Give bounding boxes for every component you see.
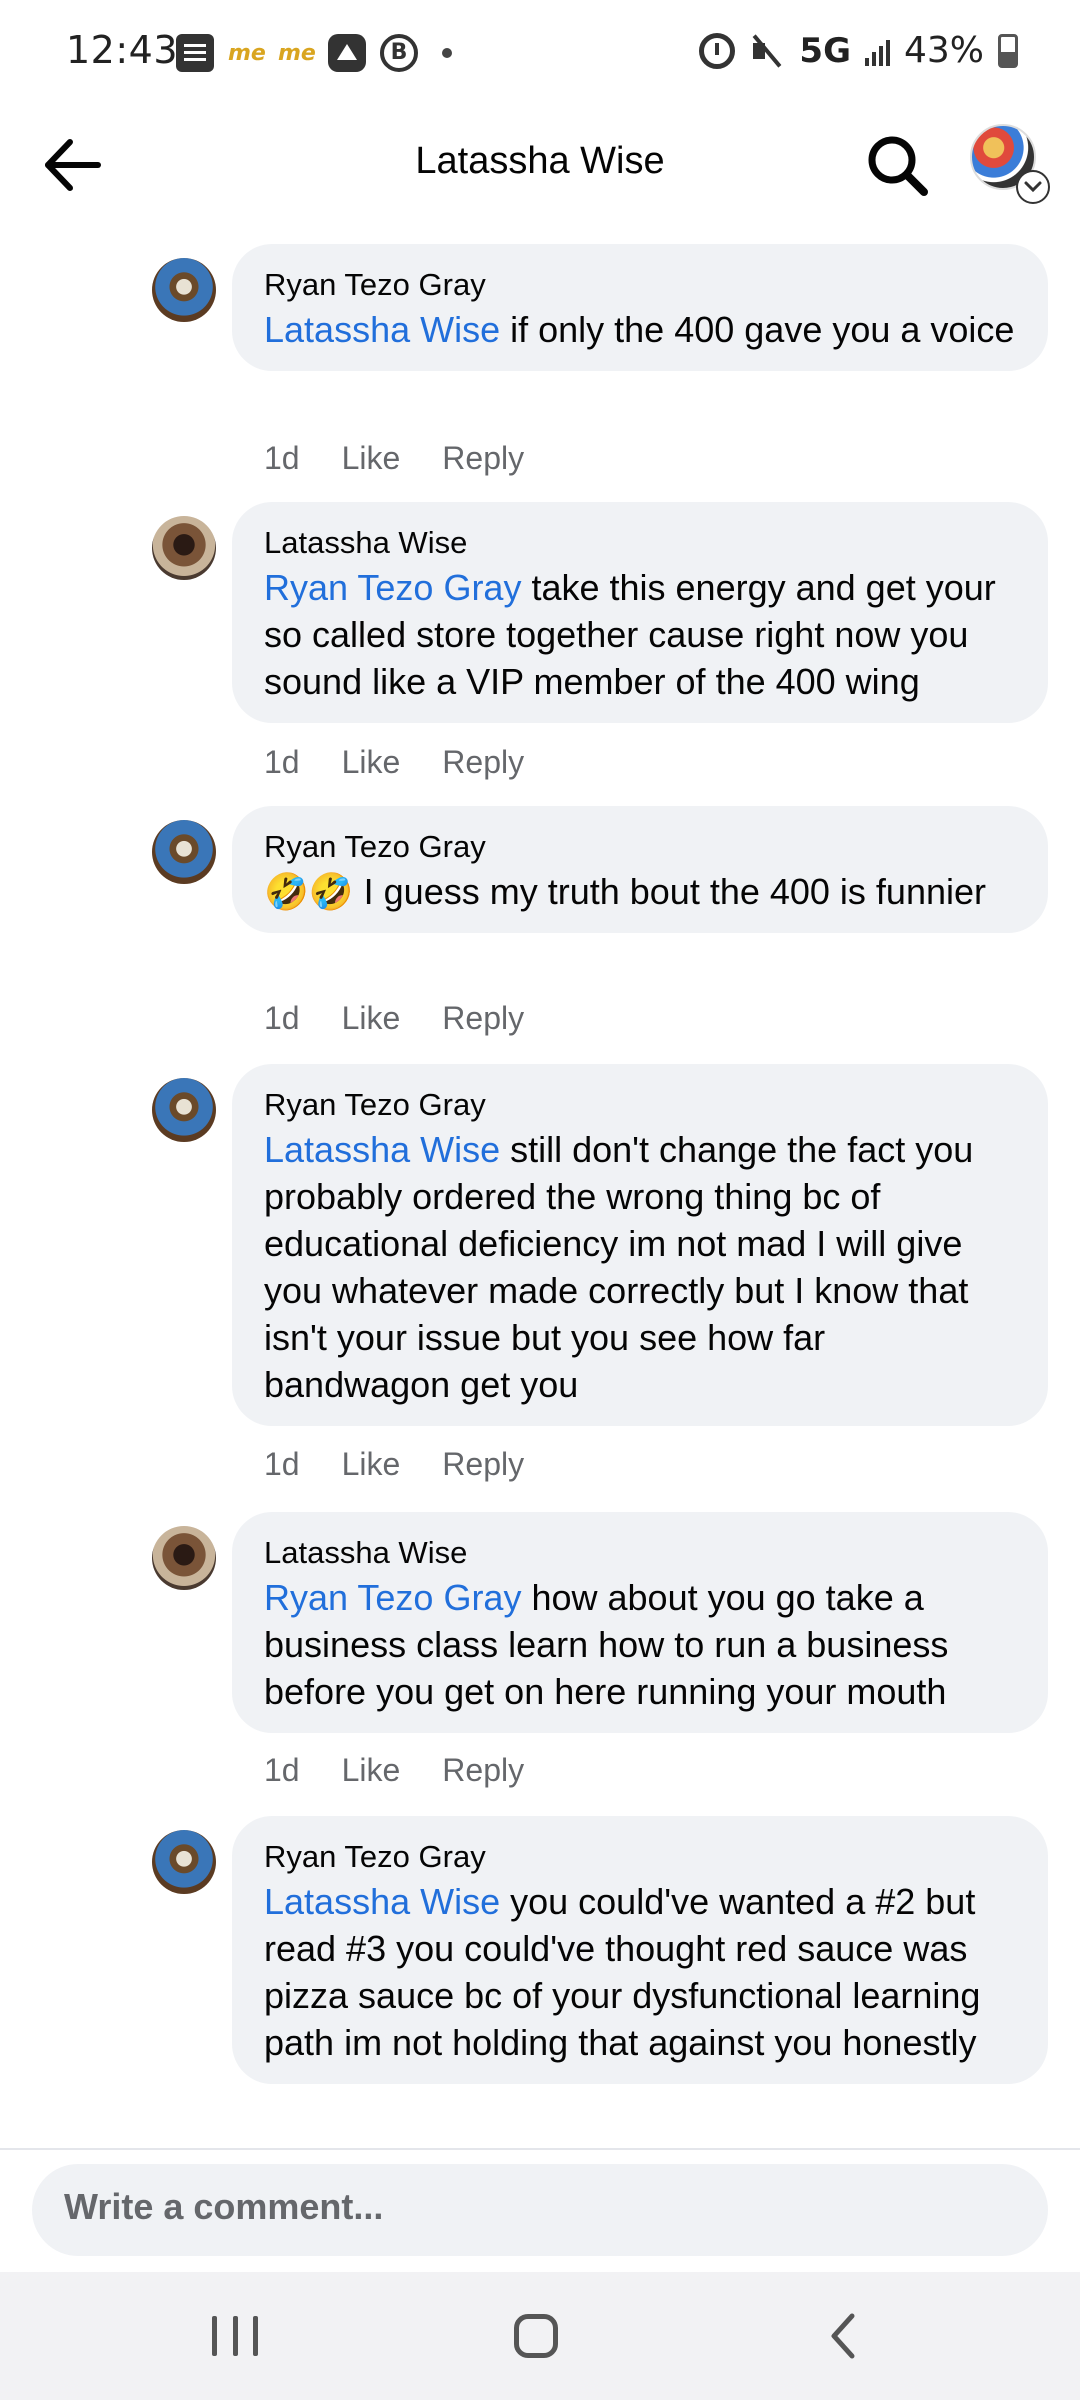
comment-composer[interactable]: Write a comment... <box>32 2164 1048 2256</box>
comment-author[interactable]: Ryan Tezo Gray <box>264 264 1016 306</box>
signal-icon <box>864 36 890 66</box>
comment-bubble[interactable]: Latassha Wise Ryan Tezo Gray take this e… <box>232 502 1048 723</box>
battery-icon <box>998 33 1018 68</box>
comment-actions: 1d Like Reply <box>264 1000 524 1037</box>
comment-time: 1d <box>264 744 300 780</box>
comment-author[interactable]: Latassha Wise <box>264 1532 1016 1574</box>
like-button[interactable]: Like <box>342 1000 401 1037</box>
comment-bubble[interactable]: Ryan Tezo Gray Latassha Wise still don't… <box>232 1064 1048 1426</box>
search-icon <box>868 136 928 196</box>
comment-author[interactable]: Ryan Tezo Gray <box>264 1084 1016 1126</box>
comment-author[interactable]: Ryan Tezo Gray <box>264 826 1016 868</box>
back-icon[interactable] <box>822 2312 866 2360</box>
reply-button[interactable]: Reply <box>442 1446 524 1483</box>
dot-icon <box>442 48 452 58</box>
mention-link[interactable]: Latassha Wise <box>264 309 500 350</box>
comment-text: Latassha Wise still don't change the fac… <box>264 1128 974 1405</box>
comment-time: 1d <box>264 1446 300 1482</box>
mute-icon <box>749 33 785 69</box>
comment-bubble[interactable]: Ryan Tezo Gray Latassha Wise if only the… <box>232 244 1048 371</box>
comment-actions: 1d Like Reply <box>264 440 524 477</box>
like-button[interactable]: Like <box>342 440 401 477</box>
network-type: 5G <box>799 30 851 71</box>
system-nav-bar <box>0 2272 1080 2400</box>
like-button[interactable]: Like <box>342 1752 401 1789</box>
chevron-down-icon <box>1016 170 1050 204</box>
me-icon: me <box>228 40 266 66</box>
mention-link[interactable]: Ryan Tezo Gray <box>264 1577 521 1618</box>
reply-button[interactable]: Reply <box>442 1000 524 1037</box>
profile-button[interactable] <box>970 124 1052 206</box>
reply-button[interactable]: Reply <box>442 1752 524 1789</box>
me-icon: me <box>278 40 316 66</box>
comment-list: Ryan Tezo Gray Latassha Wise if only the… <box>0 230 1080 2150</box>
reply-button[interactable]: Reply <box>442 744 524 781</box>
comment-bubble[interactable]: Latassha Wise Ryan Tezo Gray how about y… <box>232 1512 1048 1733</box>
comment-bubble[interactable]: Ryan Tezo Gray Latassha Wise you could'v… <box>232 1816 1048 2084</box>
comment-text: Ryan Tezo Gray take this energy and get … <box>264 566 996 702</box>
comment-text: 🤣🤣 I guess my truth bout the 400 is funn… <box>264 870 987 912</box>
comment-actions: 1d Like Reply <box>264 1752 524 1789</box>
comment-time: 1d <box>264 440 300 476</box>
comment-actions: 1d Like Reply <box>264 744 524 781</box>
battery-percent: 43% <box>903 30 984 71</box>
avatar[interactable] <box>152 1526 216 1590</box>
app-icon <box>328 34 366 72</box>
avatar[interactable] <box>152 820 216 884</box>
mention-link[interactable]: Latassha Wise <box>264 1881 500 1922</box>
avatar[interactable] <box>152 1830 216 1894</box>
like-button[interactable]: Like <box>342 1446 401 1483</box>
avatar[interactable] <box>152 258 216 322</box>
notes-icon <box>176 34 214 72</box>
comment-input[interactable]: Write a comment... <box>64 2186 383 2228</box>
mention-link[interactable]: Ryan Tezo Gray <box>264 567 521 608</box>
recents-icon[interactable] <box>212 2316 258 2360</box>
comment-time: 1d <box>264 1000 300 1036</box>
b-icon: B <box>380 34 418 72</box>
status-bar: 12:43 me me B 5G 43% <box>0 0 1080 110</box>
home-icon[interactable] <box>514 2314 558 2358</box>
comment-text: Ryan Tezo Gray how about you go take a b… <box>264 1576 949 1712</box>
status-time: 12:43 <box>66 28 179 72</box>
comment-text: Latassha Wise you could've wanted a #2 b… <box>264 1880 981 2063</box>
comment-time: 1d <box>264 1752 300 1788</box>
reply-button[interactable]: Reply <box>442 440 524 477</box>
comment-author[interactable]: Ryan Tezo Gray <box>264 1836 1016 1878</box>
comment-author[interactable]: Latassha Wise <box>264 522 1016 564</box>
mention-link[interactable]: Latassha Wise <box>264 1129 500 1170</box>
alarm-icon <box>699 32 736 69</box>
search-button[interactable] <box>862 130 932 200</box>
comment-bubble[interactable]: Ryan Tezo Gray 🤣🤣 I guess my truth bout … <box>232 806 1048 933</box>
composer-divider <box>0 2148 1080 2150</box>
comment-text: Latassha Wise if only the 400 gave you a… <box>264 308 1015 350</box>
avatar[interactable] <box>152 516 216 580</box>
like-button[interactable]: Like <box>342 744 401 781</box>
avatar[interactable] <box>152 1078 216 1142</box>
header: Latassha Wise <box>0 110 1080 220</box>
status-icons-right: 5G 43% <box>699 30 1018 71</box>
comment-actions: 1d Like Reply <box>264 1446 524 1483</box>
status-icons-left: me me B <box>176 34 452 72</box>
